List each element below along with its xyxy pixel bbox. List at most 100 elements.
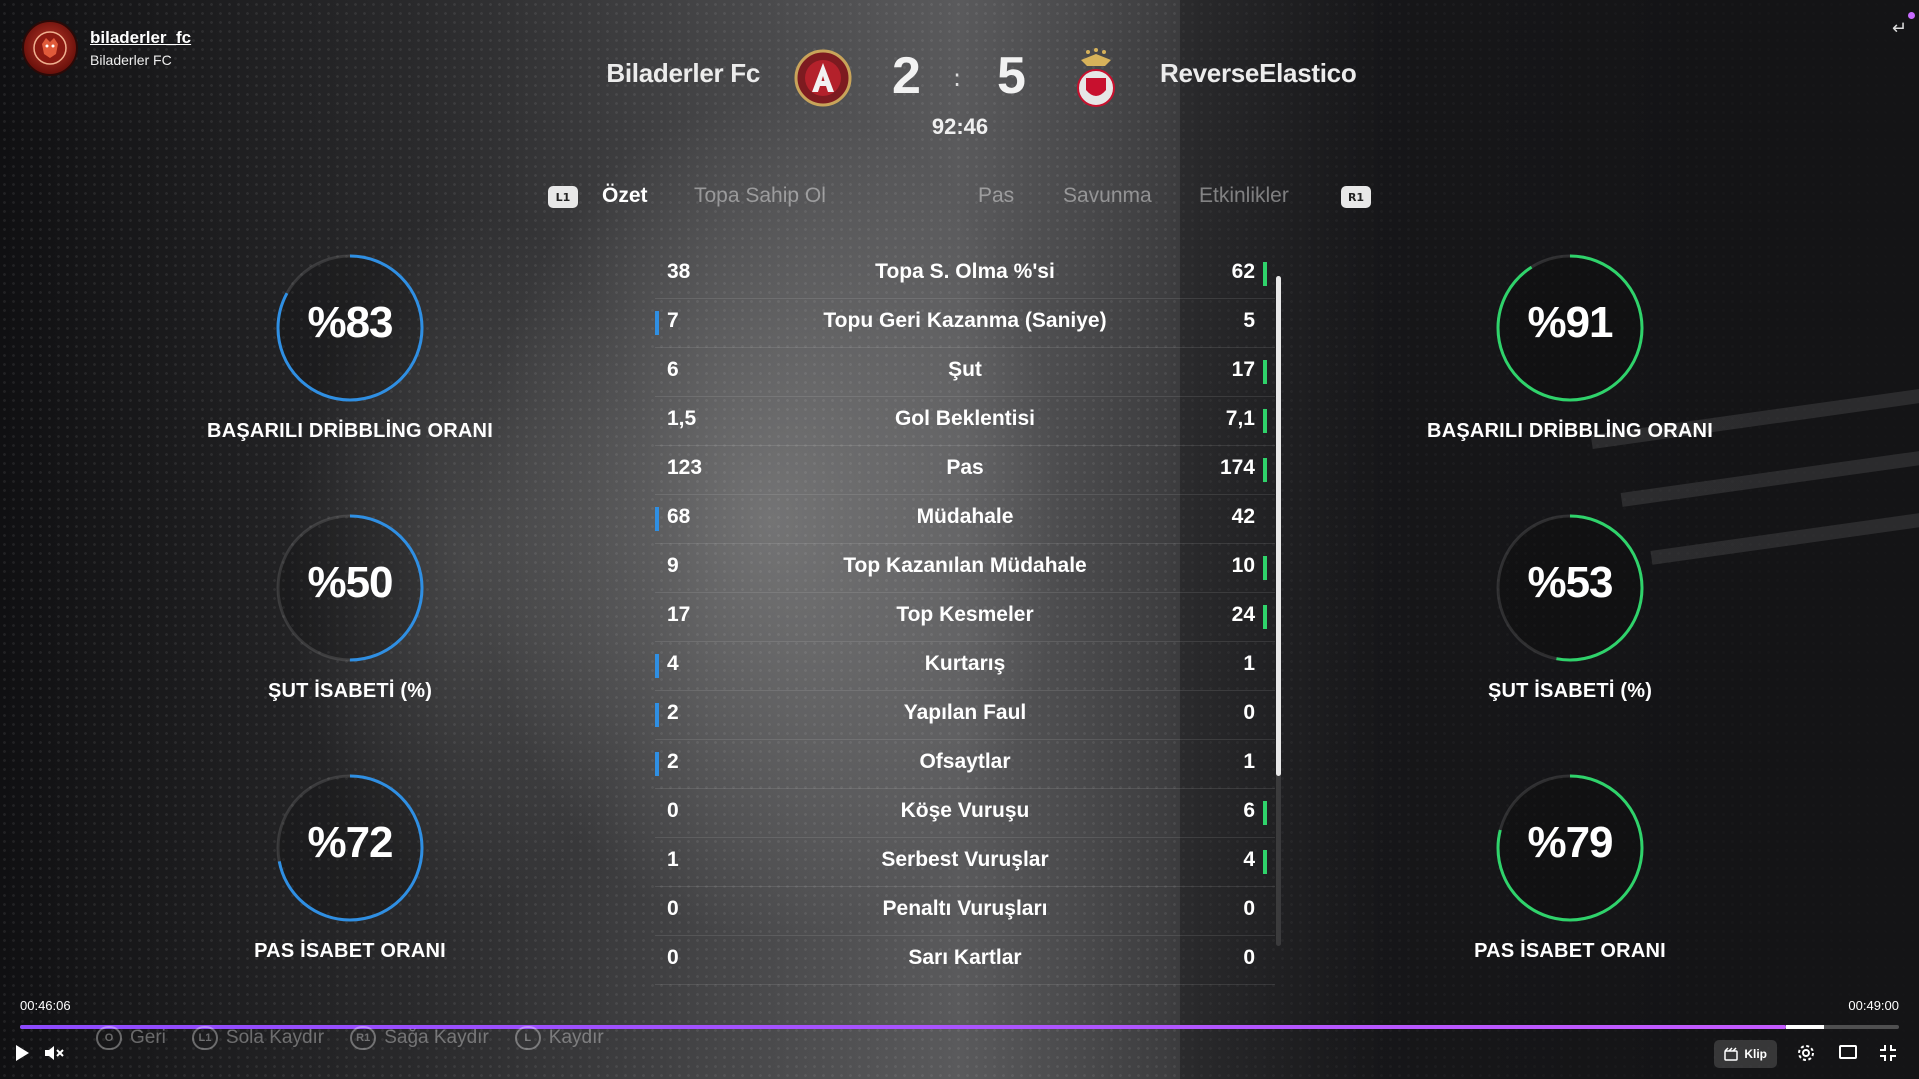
home-crest-icon: [794, 49, 852, 107]
r1-button-icon: R1: [350, 1026, 377, 1050]
hint-label: Geri: [130, 1027, 166, 1048]
home-value: 0: [667, 799, 679, 822]
stat-row: 123 Pas 174: [655, 446, 1275, 495]
ring-value: %79: [1527, 818, 1613, 867]
away-value: 0: [1243, 701, 1255, 724]
away-dribble-stat: %91 BAŞARILI DRİBBLİNG ORANI: [1400, 250, 1740, 443]
tab-passing[interactable]: Pas: [978, 184, 1014, 208]
away-value: 0: [1243, 946, 1255, 969]
home-value: 9: [667, 554, 679, 577]
away-leader-bar: [1263, 556, 1267, 580]
stat-name: Top Kazanılan Müdahale: [843, 554, 1087, 577]
clip-button[interactable]: Klip: [1714, 1040, 1777, 1068]
tab-next-button[interactable]: R1: [1341, 186, 1371, 208]
away-shot-accuracy-stat: %53 ŞUT İSABETİ (%): [1400, 510, 1740, 703]
home-dribble-stat: %83 BAŞARILI DRİBBLİNG ORANI: [180, 250, 520, 443]
channel-subtitle: Biladerler FC: [90, 52, 172, 68]
home-value: 2: [667, 750, 679, 773]
away-leader-bar: [1263, 801, 1267, 825]
away-pass-ring: %79: [1492, 770, 1648, 926]
stat-name: Penaltı Vuruşları: [882, 897, 1048, 920]
away-leader-bar: [1263, 409, 1267, 433]
fullscreen-exit-icon[interactable]: [1879, 1044, 1897, 1062]
progress-buffered: [1786, 1025, 1824, 1029]
home-leader-bar: [655, 654, 659, 678]
home-value: 0: [667, 897, 679, 920]
hint-back: O Geri: [96, 1026, 166, 1050]
stat-name: Şut: [948, 358, 982, 381]
away-value: 6: [1243, 799, 1255, 822]
home-pass-accuracy-stat: %72 PAS İSABET ORANI: [180, 770, 520, 963]
home-pass-ring: %72: [272, 770, 428, 926]
settings-icon[interactable]: [1797, 1044, 1815, 1062]
stat-row: 1 Serbest Vuruşlar 4: [655, 838, 1275, 887]
controller-hints: O Geri L1 Sola Kaydır R1 Sağa Kaydır L K…: [96, 1026, 604, 1050]
home-value: 0: [667, 946, 679, 969]
away-leader-bar: [1263, 850, 1267, 874]
scrollbar-thumb[interactable]: [1276, 276, 1281, 776]
stat-row: 9 Top Kazanılan Müdahale 10: [655, 544, 1275, 593]
stats-table[interactable]: 38 Topa S. Olma %'si 62 7 Topu Geri Kazanma …: [655, 250, 1275, 985]
tab-summary[interactable]: Özet: [602, 184, 648, 208]
ring-label: BAŞARILI DRİBBLİNG ORANI: [207, 420, 493, 442]
away-value: 174: [1219, 456, 1255, 479]
theater-icon[interactable]: [1839, 1044, 1857, 1060]
exit-icon[interactable]: ↵: [1892, 18, 1907, 39]
ring-value: %53: [1527, 558, 1613, 607]
home-shot-accuracy-stat: %50 ŞUT İSABETİ (%): [180, 510, 520, 703]
play-icon[interactable]: [14, 1044, 30, 1062]
away-crest-icon: [1077, 48, 1115, 107]
clip-icon: [1724, 1047, 1739, 1061]
stat-name: Müdahale: [916, 505, 1014, 528]
hint-scroll: L Kaydır: [514, 1026, 604, 1050]
home-value: 38: [667, 260, 691, 283]
stat-row: 7 Topu Geri Kazanma (Saniye) 5: [655, 299, 1275, 348]
ring-label: ŞUT İSABETİ (%): [267, 680, 433, 702]
left-stick-icon: L: [514, 1026, 541, 1050]
home-value: 17: [667, 603, 691, 626]
stat-row: 6 Şut 17: [655, 348, 1275, 397]
stats-scrollbar[interactable]: [1276, 276, 1281, 946]
away-value: 62: [1231, 260, 1255, 283]
stat-row: 2 Ofsaytlar 1: [655, 740, 1275, 789]
hint-label: Sağa Kaydır: [384, 1027, 489, 1048]
ring-value: %83: [307, 298, 393, 347]
away-leader-bar: [1263, 605, 1267, 629]
stat-name: Top Kesmeler: [896, 603, 1034, 626]
tab-defense[interactable]: Savunma: [1063, 184, 1152, 208]
home-leader-bar: [655, 752, 659, 776]
away-score: 5: [997, 47, 1026, 105]
stat-name: Köşe Vuruşu: [900, 799, 1030, 822]
stat-name: Gol Beklentisi: [894, 407, 1036, 430]
stat-name: Kurtarış: [924, 652, 1006, 675]
clip-label: Klip: [1744, 1047, 1767, 1061]
ring-label: ŞUT İSABETİ (%): [1487, 680, 1653, 702]
home-value: 68: [667, 505, 691, 528]
home-score: 2: [892, 47, 921, 105]
mute-icon[interactable]: [44, 1044, 64, 1062]
away-dribble-ring: %91: [1492, 250, 1648, 406]
stat-row: 4 Kurtarış 1: [655, 642, 1275, 691]
channel-name[interactable]: biladerler_fc: [90, 28, 191, 48]
stat-row: 0 Sarı Kartlar 0: [655, 936, 1275, 985]
home-leader-bar: [655, 311, 659, 335]
stat-row: 0 Köşe Vuruşu 6: [655, 789, 1275, 838]
home-value: 1,5: [667, 407, 697, 430]
away-value: 0: [1243, 897, 1255, 920]
tab-events[interactable]: Etkinlikler: [1199, 184, 1289, 208]
channel-info[interactable]: biladerler_fc Biladerler FC: [22, 20, 191, 76]
channel-avatar[interactable]: [22, 20, 78, 76]
ring-value: %72: [307, 818, 393, 867]
tab-possession[interactable]: Topa Sahip Ol: [694, 184, 826, 208]
lion-logo-icon: [33, 31, 67, 65]
home-value: 7: [667, 309, 679, 332]
hint-scroll-left: L1 Sola Kaydır: [191, 1026, 324, 1050]
away-value: 24: [1231, 603, 1255, 626]
ring-label: PAS İSABET ORANI: [1474, 940, 1666, 962]
away-value: 10: [1231, 554, 1255, 577]
end-time: 00:49:00: [1848, 998, 1899, 1013]
score-separator: :: [953, 64, 962, 92]
ring-value: %91: [1527, 298, 1613, 347]
tab-prev-button[interactable]: L1: [548, 186, 578, 208]
stat-name: Yapılan Faul: [903, 701, 1027, 724]
